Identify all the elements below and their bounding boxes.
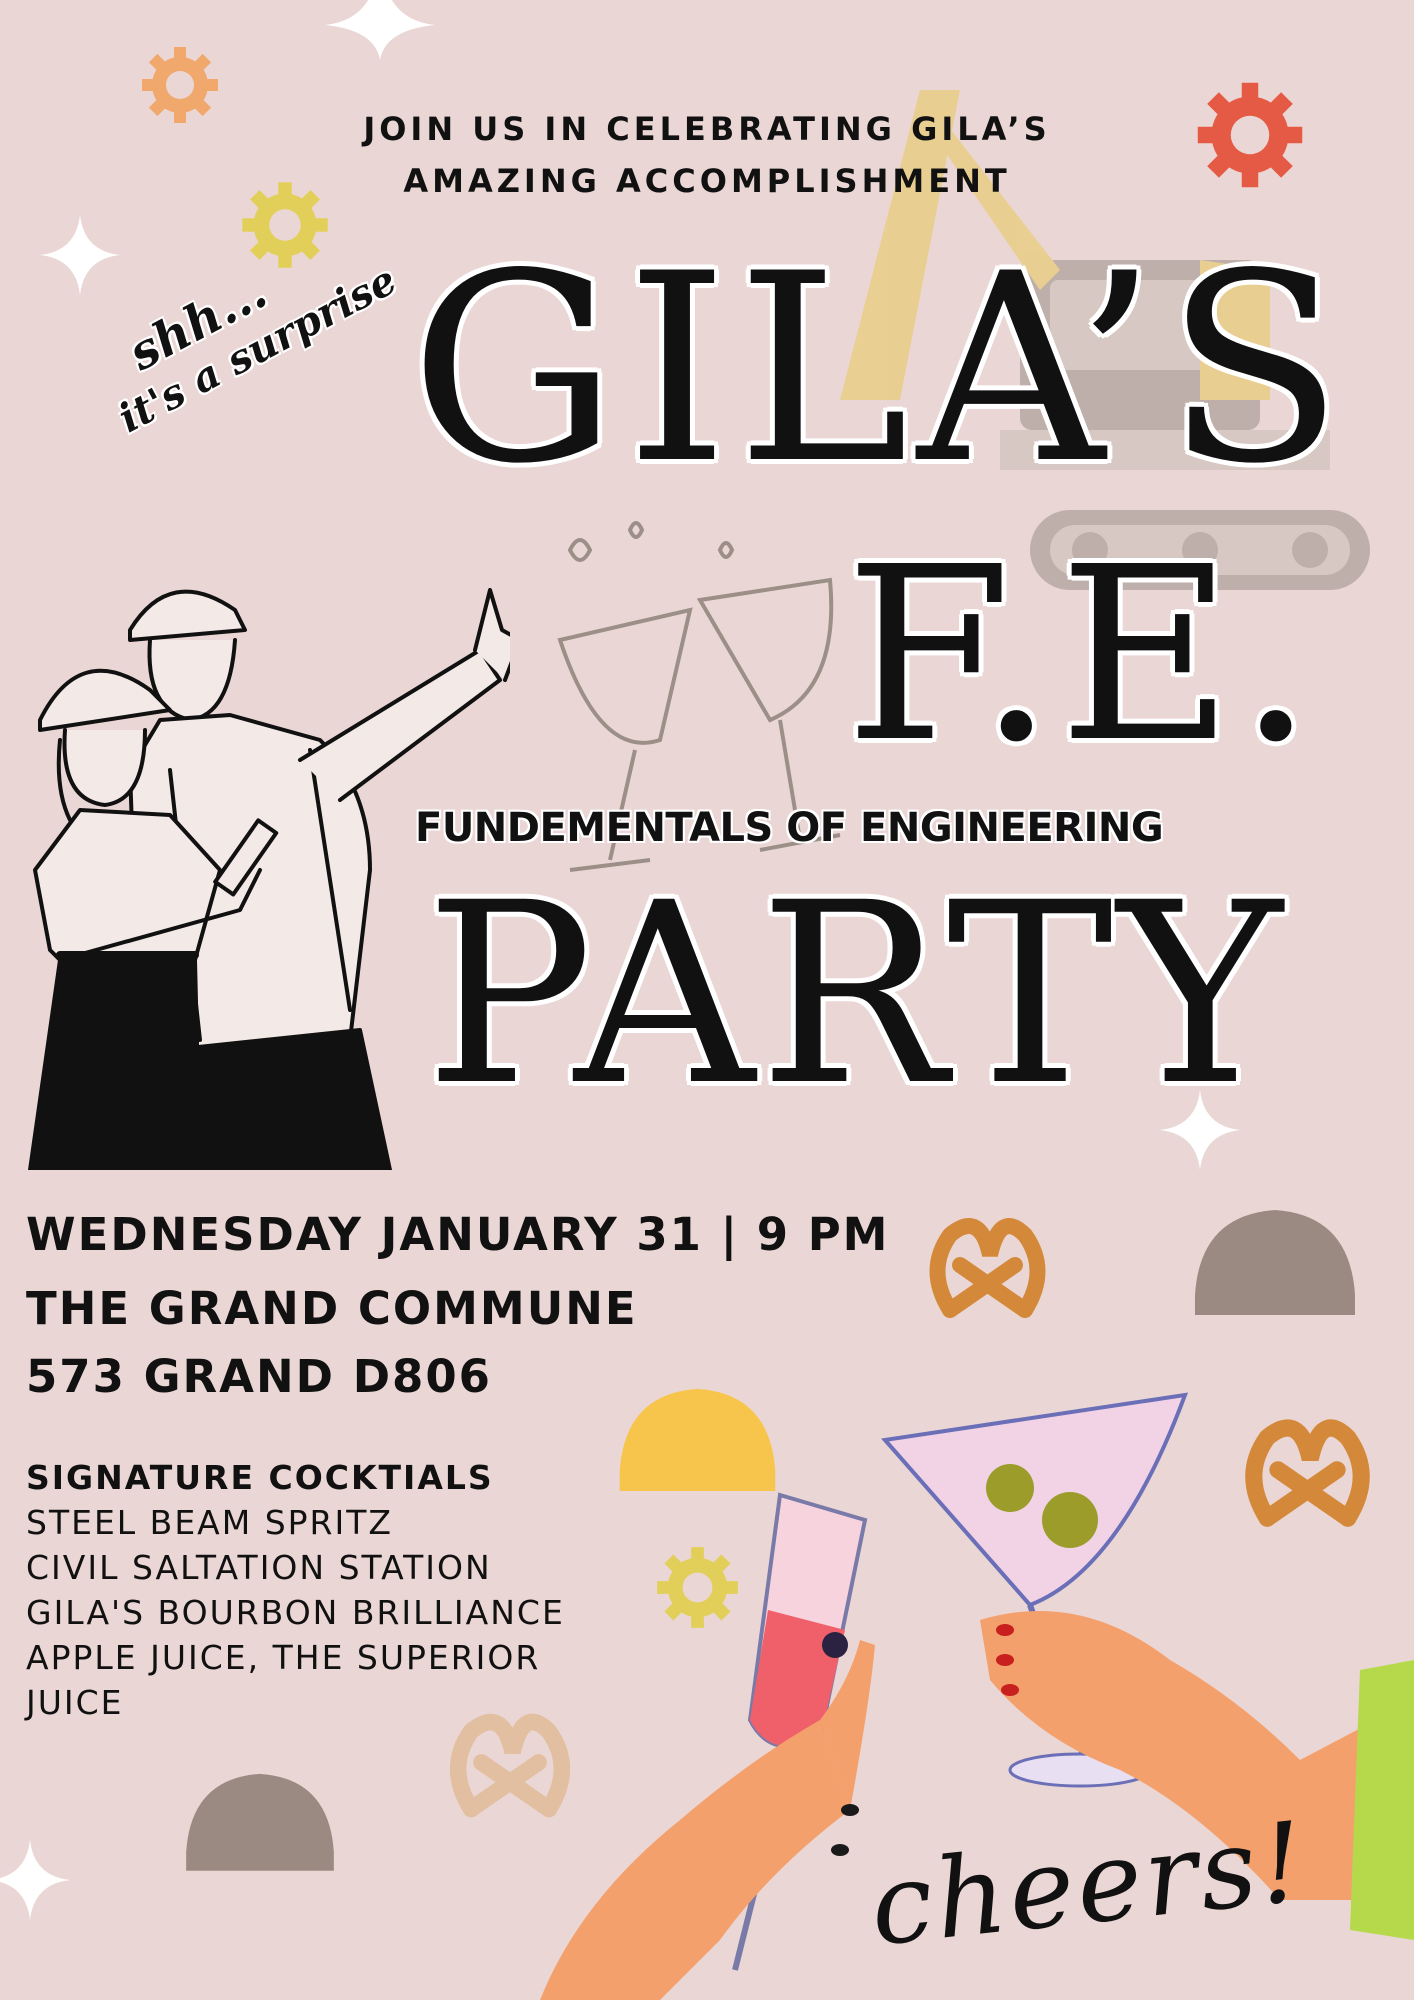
invitation-header-line-2: AMAZING ACCOMPLISHMENT xyxy=(403,162,1011,200)
invitation-header-line-1: JOIN US IN CELEBRATING GILA’S xyxy=(363,110,1051,148)
event-address: 573 GRAND D806 xyxy=(26,1350,492,1403)
hard-hat-icon xyxy=(1195,1210,1355,1315)
title-subtitle: FUNDEMENTALS OF ENGINEERING xyxy=(415,805,1164,851)
sparkle-icon xyxy=(40,215,120,295)
title-exam: F.E. xyxy=(845,515,1318,795)
event-venue: THE GRAND COMMUNE xyxy=(26,1282,638,1335)
sparkle-icon xyxy=(325,0,435,60)
title-name: GILA’S xyxy=(410,219,1352,521)
cocktail-menu-heading: SIGNATURE COCKTIALS xyxy=(26,1458,494,1497)
pretzel-icon xyxy=(929,1218,1046,1318)
sparkle-icon xyxy=(0,1840,70,1920)
title-party: PARTY xyxy=(425,849,1287,1140)
hard-hat-icon xyxy=(186,1773,334,1871)
event-datetime: WEDNESDAY JANUARY 31 | 9 PM xyxy=(26,1208,890,1261)
